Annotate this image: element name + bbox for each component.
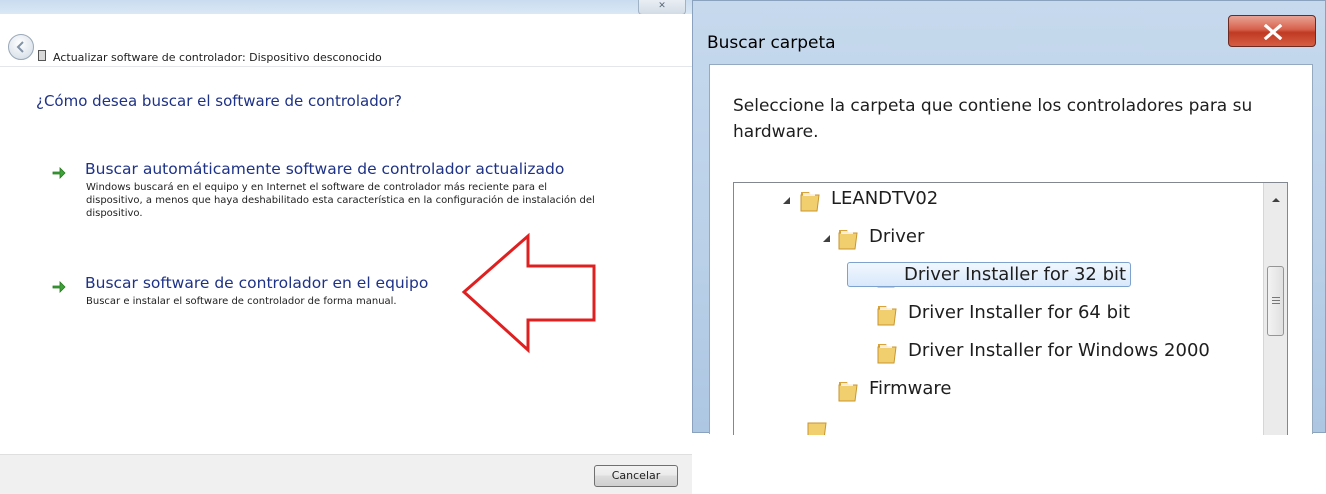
auto-search-option[interactable]: Buscar automáticamente software de contr… <box>85 160 564 178</box>
tree-node-label: Driver <box>869 226 925 247</box>
folder-icon <box>807 422 827 435</box>
dialog-client-area: Seleccione la carpeta que contiene los c… <box>709 64 1313 435</box>
browse-folder-dialog: Buscar carpeta Seleccione la carpeta que… <box>692 0 1326 435</box>
tree-node-leandtv02[interactable]: LEANDTV02 <box>734 183 1254 221</box>
grip-line <box>1272 303 1280 304</box>
back-button[interactable] <box>8 34 34 60</box>
scrollbar-thumb[interactable] <box>1267 266 1284 336</box>
grip-line <box>1272 300 1280 301</box>
green-arrow-icon <box>52 167 66 179</box>
close-icon <box>1263 24 1283 40</box>
browse-computer-option[interactable]: Buscar software de controlador en el equ… <box>85 274 428 292</box>
auto-search-description: Windows buscará en el equipo y en Intern… <box>86 182 595 219</box>
tree-node-driver-32bit[interactable]: Driver Installer for 32 bit <box>734 259 1254 297</box>
tree-node-label: Driver Installer for Windows 2000 <box>908 340 1210 361</box>
tree-node-driver-win2000[interactable]: Driver Installer for Windows 2000 <box>734 335 1254 373</box>
wizard-header: Actualizar software de controlador: Disp… <box>0 14 692 67</box>
tree-node-driver[interactable]: Driver <box>734 221 1254 259</box>
close-button[interactable]: ✕ <box>638 0 686 15</box>
wizard-footer: Cancelar <box>0 454 692 494</box>
window-frame-top <box>0 0 692 14</box>
instruction-text: Seleccione la carpeta que contiene los c… <box>733 96 1253 142</box>
red-outline-arrow-icon <box>461 232 596 354</box>
close-button[interactable] <box>1228 15 1316 47</box>
tree-node-label: LEANDTV02 <box>831 188 939 209</box>
window-title: Actualizar software de controlador: Disp… <box>53 51 382 64</box>
tree-node-label: Driver Installer for 32 bit <box>847 262 1132 287</box>
grip-line <box>1272 297 1280 298</box>
folder-icon <box>838 382 858 402</box>
scroll-up-arrow-icon[interactable] <box>1271 197 1281 203</box>
green-arrow-icon <box>52 281 66 293</box>
dialog-title: Buscar carpeta <box>707 33 836 53</box>
folder-icon <box>877 344 897 364</box>
back-arrow-icon <box>16 41 24 53</box>
collapse-triangle-icon[interactable] <box>822 234 831 243</box>
cancel-button[interactable]: Cancelar <box>594 465 678 487</box>
vertical-scrollbar[interactable] <box>1263 183 1287 435</box>
page-heading: ¿Cómo desea buscar el software de contro… <box>36 92 403 110</box>
tree-node-driver-64bit[interactable]: Driver Installer for 64 bit <box>734 297 1254 335</box>
tree-node-label: Firmware <box>869 378 952 399</box>
folder-icon <box>877 306 897 326</box>
device-icon <box>38 50 46 61</box>
update-driver-window: ✕ Actualizar software de controlador: Di… <box>0 0 692 494</box>
collapse-triangle-icon[interactable] <box>782 196 791 205</box>
folder-icon <box>838 230 858 250</box>
folder-icon <box>800 192 820 212</box>
folder-tree[interactable]: LEANDTV02 Driver Driver Installer for 32… <box>733 182 1288 435</box>
tree-node-label: Driver Installer for 64 bit <box>908 302 1131 323</box>
tree-node-firmware[interactable]: Firmware <box>734 373 1254 411</box>
